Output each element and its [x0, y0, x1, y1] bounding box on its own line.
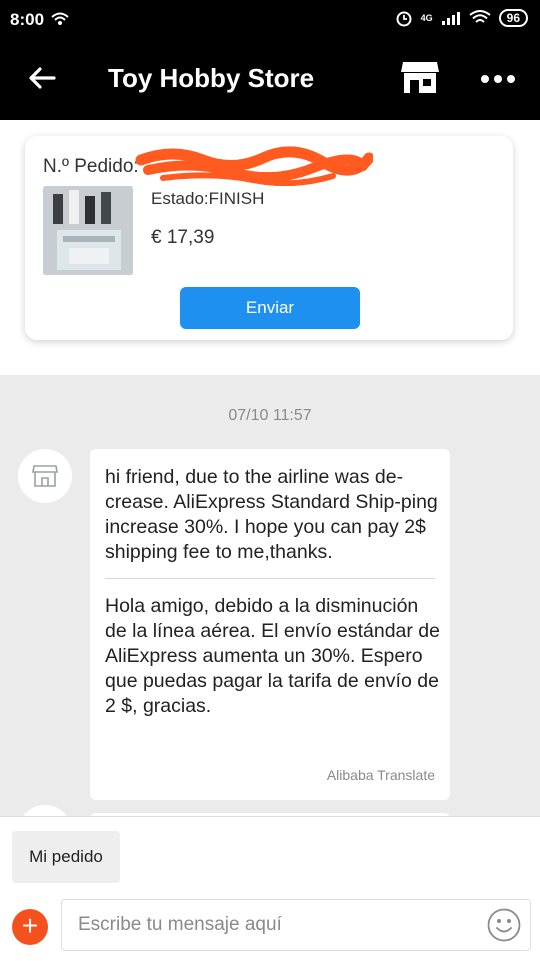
status-bar: 8:00 4G 96	[0, 0, 540, 38]
message-bubble[interactable]: hi friend, due to the airline was de-cre…	[90, 449, 450, 800]
shop-avatar-icon	[32, 465, 58, 487]
battery-indicator: 96	[498, 9, 528, 27]
message-input-placeholder: Escribe tu mensaje aquí	[78, 914, 282, 935]
status-time: 8:00	[10, 10, 45, 29]
product-image	[43, 186, 133, 275]
order-section: N.º Pedido: Estado:FINISH € 17,39 Enviar	[0, 120, 540, 375]
order-status: Estado:FINISH	[151, 189, 265, 208]
redaction-scribble	[135, 146, 373, 186]
store-icon[interactable]	[400, 60, 440, 96]
network-type: 4G	[420, 13, 433, 23]
seller-avatar[interactable]	[18, 449, 72, 503]
order-price: € 17,39	[151, 227, 215, 248]
send-order-button[interactable]: Enviar	[180, 287, 360, 329]
chat-area[interactable]: 07/10 11:57 hi friend, due to the airlin…	[0, 375, 540, 816]
status-icons: 4G 96	[395, 9, 528, 27]
bottom-input-panel: Mi pedido + Escribe tu mensaje aquí	[0, 816, 540, 961]
product-thumbnail[interactable]	[43, 186, 133, 275]
message-input[interactable]: Escribe tu mensaje aquí	[61, 899, 531, 951]
signal-icon	[441, 12, 460, 25]
translator-credit: Alibaba Translate	[326, 767, 435, 783]
smiley-icon[interactable]	[487, 908, 521, 942]
more-options-icon[interactable]	[478, 64, 518, 94]
back-arrow-icon[interactable]	[24, 60, 60, 96]
translation-divider	[105, 578, 435, 579]
seller-avatar-next[interactable]	[18, 805, 72, 816]
plus-icon[interactable]: +	[12, 909, 48, 945]
store-title: Toy Hobby Store	[108, 63, 315, 93]
order-card[interactable]: N.º Pedido: Estado:FINISH € 17,39 Enviar	[25, 136, 513, 340]
app-bar: Toy Hobby Store	[0, 38, 540, 120]
order-number-label: N.º Pedido:	[43, 156, 139, 177]
alarm-icon	[396, 11, 412, 27]
quick-reply-my-order[interactable]: Mi pedido	[12, 831, 120, 883]
message-translated-text: Hola amigo, debido a la disminución de l…	[105, 595, 440, 717]
hotspot-icon	[51, 12, 69, 25]
wifi-icon	[469, 10, 491, 23]
message-original-text: hi friend, due to the airline was de-cre…	[105, 466, 438, 563]
message-timestamp: 07/10 11:57	[228, 407, 312, 424]
